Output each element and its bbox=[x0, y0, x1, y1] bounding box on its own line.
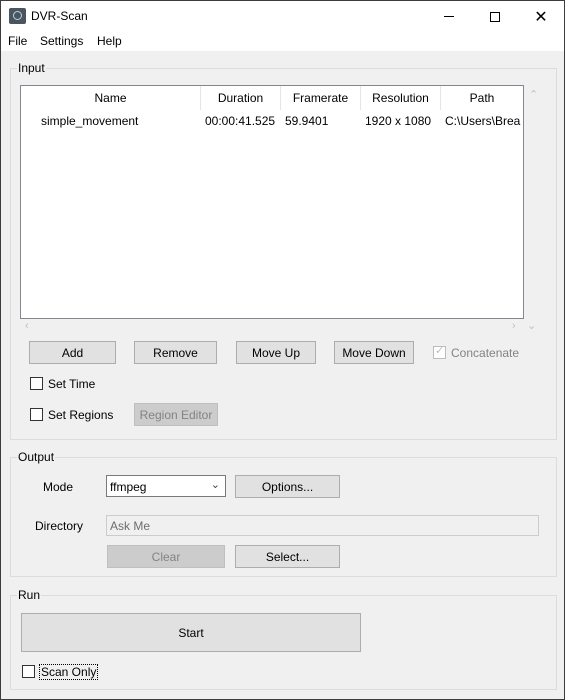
set-regions-label[interactable]: Set Regions bbox=[48, 408, 113, 422]
column-header-framerate[interactable]: Framerate bbox=[281, 86, 361, 110]
remove-button[interactable]: Remove bbox=[134, 341, 217, 364]
scan-only-label[interactable]: Scan Only bbox=[39, 664, 99, 680]
directory-input[interactable]: Ask Me bbox=[106, 515, 539, 536]
maximize-button[interactable] bbox=[472, 1, 518, 32]
window-title: DVR-Scan bbox=[31, 9, 88, 23]
input-file-list[interactable]: Name Duration Framerate Resolution Path … bbox=[20, 85, 524, 319]
column-header-name[interactable]: Name bbox=[21, 86, 201, 110]
chevron-down-icon: ⌄ bbox=[210, 479, 220, 491]
move-down-button[interactable]: Move Down bbox=[334, 341, 414, 364]
options-button[interactable]: Options... bbox=[235, 475, 340, 498]
maximize-icon bbox=[490, 11, 500, 22]
concatenate-label: Concatenate bbox=[451, 346, 520, 360]
cell-resolution: 1920 x 1080 bbox=[365, 114, 432, 128]
region-editor-button[interactable]: Region Editor bbox=[134, 403, 218, 426]
scan-only-checkbox[interactable] bbox=[22, 665, 35, 678]
close-icon: ✕ bbox=[534, 8, 548, 26]
directory-label: Directory bbox=[35, 519, 84, 533]
close-button[interactable]: ✕ bbox=[518, 1, 564, 32]
set-regions-checkbox[interactable] bbox=[30, 408, 43, 421]
run-group-label: Run bbox=[17, 588, 42, 602]
start-button[interactable]: Start bbox=[21, 613, 361, 652]
minimize-icon bbox=[444, 16, 454, 17]
directory-input-placeholder: Ask Me bbox=[110, 519, 151, 533]
mode-select[interactable]: ffmpeg ⌄ bbox=[106, 475, 226, 497]
menu-help[interactable]: Help bbox=[97, 34, 122, 48]
cell-framerate: 59.9401 bbox=[285, 114, 329, 128]
dvr-scan-window: DVR-Scan ✕ File Settings Help Input Name… bbox=[0, 0, 565, 700]
mode-select-value: ffmpeg bbox=[110, 480, 147, 494]
cell-path: C:\Users\Brea bbox=[445, 114, 521, 128]
clear-button[interactable]: Clear bbox=[107, 545, 225, 568]
column-header-resolution[interactable]: Resolution bbox=[361, 86, 441, 110]
concatenate-checkbox[interactable]: ✓ bbox=[433, 345, 446, 359]
app-icon bbox=[9, 8, 26, 24]
cell-name: simple_movement bbox=[41, 114, 139, 128]
add-button[interactable]: Add bbox=[29, 341, 116, 364]
checkmark-icon: ✓ bbox=[435, 345, 445, 357]
scroll-up-arrow[interactable]: ⌃ bbox=[529, 88, 538, 101]
mode-label: Mode bbox=[43, 480, 74, 494]
menu-settings[interactable]: Settings bbox=[40, 34, 83, 48]
scroll-left-arrow[interactable]: ‹ bbox=[25, 320, 29, 332]
set-time-label[interactable]: Set Time bbox=[48, 377, 95, 391]
minimize-button[interactable] bbox=[426, 1, 472, 32]
title-bar: DVR-Scan ✕ bbox=[1, 1, 564, 32]
cell-duration: 00:00:41.525 bbox=[205, 114, 276, 128]
set-time-checkbox[interactable] bbox=[30, 377, 43, 390]
menu-bar: File Settings Help bbox=[1, 32, 564, 51]
column-header-path[interactable]: Path bbox=[441, 86, 523, 110]
column-header-duration[interactable]: Duration bbox=[201, 86, 281, 110]
scroll-right-arrow[interactable]: › bbox=[512, 320, 516, 332]
select-directory-button[interactable]: Select... bbox=[235, 545, 340, 568]
output-group-label: Output bbox=[17, 450, 56, 464]
menu-file[interactable]: File bbox=[8, 34, 27, 48]
input-group-label: Input bbox=[17, 61, 46, 75]
move-up-button[interactable]: Move Up bbox=[236, 341, 316, 364]
scroll-down-arrow[interactable]: ⌄ bbox=[527, 319, 536, 332]
